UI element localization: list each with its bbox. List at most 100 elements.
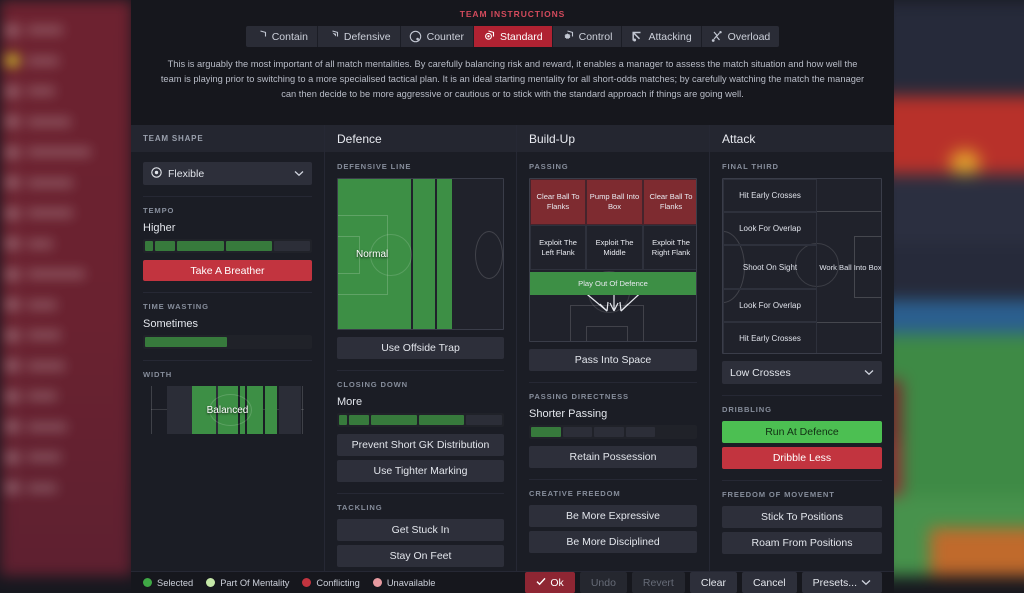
stay-on-feet-button[interactable]: Stay On Feet xyxy=(337,545,504,567)
run-at-defence-button[interactable]: Run At Defence xyxy=(722,421,882,443)
menu-icon xyxy=(6,176,19,189)
look-for-overlap-cell[interactable]: Look For Overlap xyxy=(723,212,817,245)
legend-label: Unavailable xyxy=(387,578,436,588)
mentality-tab-defensive[interactable]: Defensive xyxy=(318,26,401,47)
look-for-overlap-cell[interactable]: Look For Overlap xyxy=(723,289,817,322)
menu-icon xyxy=(6,298,19,311)
clear-ball-to-flanks-cell[interactable]: Clear Ball To Flanks xyxy=(530,179,586,225)
background-sidebar-item-label xyxy=(27,423,67,431)
use-offside-trap-button[interactable]: Use Offside Trap xyxy=(337,337,504,359)
slider-segment[interactable] xyxy=(339,415,347,425)
passing-directness-label: PASSING DIRECTNESS xyxy=(529,392,697,401)
slider-segment[interactable] xyxy=(274,241,310,251)
background-sidebar-item xyxy=(6,451,118,463)
pump-ball-into-box-cell[interactable]: Pump Ball Into Box xyxy=(586,179,643,225)
closing-down-buttons: Prevent Short GK Distribution Use Tighter… xyxy=(337,434,504,482)
roam-from-positions-button[interactable]: Roam From Positions xyxy=(722,532,882,554)
slider-segment[interactable] xyxy=(349,415,369,425)
slider-segment[interactable] xyxy=(563,427,593,437)
tempo-slider[interactable] xyxy=(143,239,312,253)
legend-label: Selected xyxy=(157,578,193,588)
slider-segment[interactable] xyxy=(419,415,465,425)
prevent-short-gk-distribution-button[interactable]: Prevent Short GK Distribution xyxy=(337,434,504,456)
background-sidebar-item xyxy=(6,146,118,158)
mentality-tab-counter[interactable]: Counter xyxy=(401,26,474,47)
slider-segment[interactable] xyxy=(626,427,656,437)
crosses-select[interactable]: Low Crosses xyxy=(722,361,882,384)
exploit-the-left-flank-cell[interactable]: Exploit The Left Flank xyxy=(530,225,586,270)
be-more-expressive-button[interactable]: Be More Expressive xyxy=(529,505,697,527)
team-shape-select[interactable]: Flexible xyxy=(143,162,312,185)
background-sidebar-item-label xyxy=(27,392,57,400)
mentality-tab-contain[interactable]: Contain xyxy=(246,26,318,47)
passing-widget[interactable]: Clear Ball To FlanksPump Ball Into BoxCl… xyxy=(529,178,697,342)
clear-button[interactable]: Clear xyxy=(690,572,737,593)
mentality-tab-standard[interactable]: Standard xyxy=(474,26,553,47)
stick-to-positions-button[interactable]: Stick To Positions xyxy=(722,506,882,528)
get-stuck-in-button[interactable]: Get Stuck In xyxy=(337,519,504,541)
slider-segment[interactable] xyxy=(531,427,561,437)
background-sidebar-item xyxy=(6,268,118,280)
background-sidebar-item-label xyxy=(27,331,61,339)
slider-segment[interactable] xyxy=(145,241,153,251)
slider-segment[interactable] xyxy=(594,427,624,437)
passing-label: PASSING xyxy=(529,162,697,171)
slider-segment[interactable] xyxy=(371,415,417,425)
width-slider[interactable]: Balanced xyxy=(143,386,312,434)
be-more-disciplined-button[interactable]: Be More Disciplined xyxy=(529,531,697,553)
time-wasting-slider[interactable] xyxy=(143,335,312,349)
background-sidebar-item xyxy=(6,207,118,219)
mentality-tab-control[interactable]: Control xyxy=(553,26,623,47)
button-label: Revert xyxy=(643,577,674,589)
legend-item: Selected xyxy=(143,578,193,588)
divider xyxy=(529,382,697,383)
pass-into-space-button[interactable]: Pass Into Space xyxy=(529,349,697,371)
take-a-breather-button[interactable]: Take A Breather xyxy=(143,260,312,281)
exploit-the-middle-cell[interactable]: Exploit The Middle xyxy=(586,225,643,270)
slider-segment[interactable] xyxy=(466,415,502,425)
work-ball-into-box-cell[interactable]: Work Ball Into Box xyxy=(817,245,882,289)
dribble-less-button[interactable]: Dribble Less xyxy=(722,447,882,469)
mentality-tab-label: Counter xyxy=(427,31,464,43)
background-sidebar-item-label xyxy=(27,209,73,217)
button-label: Undo xyxy=(591,577,616,589)
retain-possession-button[interactable]: Retain Possession xyxy=(529,446,697,468)
play-out-of-defence-cell[interactable]: Play Out Of Defence xyxy=(530,272,696,295)
width-label: WIDTH xyxy=(143,370,312,379)
ok-button[interactable]: Ok xyxy=(525,572,574,593)
menu-icon xyxy=(6,481,19,494)
background-sidebar-item xyxy=(6,421,118,433)
passing-directness-slider[interactable] xyxy=(529,425,697,439)
divider xyxy=(143,196,312,197)
slider-segment[interactable] xyxy=(226,241,272,251)
bottom-bar: SelectedPart Of MentalityConflictingUnav… xyxy=(131,571,894,593)
clear-ball-to-flanks-cell[interactable]: Clear Ball To Flanks xyxy=(643,179,697,225)
divider xyxy=(529,479,697,480)
use-tighter-marking-button[interactable]: Use Tighter Marking xyxy=(337,460,504,482)
button-label: Ok xyxy=(550,577,563,589)
shield-heart-icon xyxy=(254,30,267,43)
target-icon xyxy=(151,167,162,181)
slider-segment[interactable] xyxy=(229,337,311,347)
cancel-button[interactable]: Cancel xyxy=(742,572,797,593)
mentality-tab-attacking[interactable]: Attacking xyxy=(622,26,701,47)
slider-segment[interactable] xyxy=(177,241,223,251)
hit-early-crosses-cell[interactable]: Hit Early Crosses xyxy=(723,179,817,212)
final-third-widget[interactable]: Hit Early CrossesLook For OverlapShoot O… xyxy=(722,178,882,354)
closing-down-slider[interactable] xyxy=(337,413,504,427)
mentality-tab-overload[interactable]: Overload xyxy=(702,26,780,47)
slider-segment[interactable] xyxy=(155,241,176,251)
shoot-on-sight-cell[interactable]: Shoot On Sight xyxy=(723,245,817,289)
menu-icon xyxy=(6,268,19,281)
presets--button[interactable]: Presets... xyxy=(802,572,882,593)
tempo-label: TEMPO xyxy=(143,206,312,215)
exploit-the-right-flank-cell[interactable]: Exploit The Right Flank xyxy=(643,225,697,270)
slider-segment[interactable] xyxy=(145,337,227,347)
tackling-label: TACKLING xyxy=(337,503,504,512)
divider xyxy=(722,480,882,481)
background-sidebar-item xyxy=(6,299,118,311)
defensive-line-widget[interactable]: Normal xyxy=(337,178,504,330)
hit-early-crosses-cell[interactable]: Hit Early Crosses xyxy=(723,322,817,354)
dialog-actions: Ok Undo Revert ClearCancelPresets... xyxy=(525,572,882,593)
background-sidebar-item xyxy=(6,177,118,189)
